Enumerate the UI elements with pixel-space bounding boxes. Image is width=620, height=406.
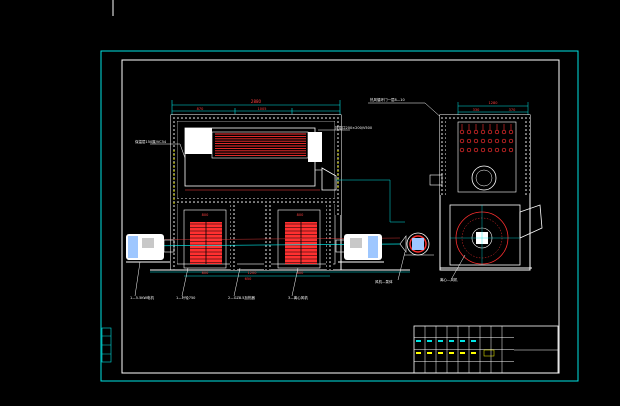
svg-text:330: 330 [473,108,480,112]
svg-text:热风循环门一层8—10: 热风循环门一层8—10 [370,97,405,102]
bottom-dim-3: 1200 [248,271,257,275]
callout-left-top: 保温层150厚/VC54 [135,139,186,159]
front-bottom-dimensions: 800 650 1200 800 [184,271,330,281]
label-pump: 风机—泵体 [375,279,393,284]
side-view: 热风循环门一层8—10 1280 330 370 风机—泵体 离心—风机 [368,97,543,284]
label-fan: 3—离心风机 [288,295,308,300]
blower-housing [440,204,543,269]
side-top-callout: 热风循环门一层8—10 [368,97,445,121]
front-seg-dim-2: 1005 [258,107,267,111]
heater-left: 800 [183,209,227,269]
cad-drawing-canvas: 2880 870 1005 800 800 800 650 1200 800 保… [100,0,579,382]
title-block [413,325,559,374]
svg-text:800: 800 [202,213,209,217]
label-side-fan: 离心—风机 [440,277,458,282]
svg-text:800: 800 [297,213,304,217]
bottom-dim-2: 650 [245,277,252,281]
front-width-dim: 2880 [251,99,262,104]
coupling-pump [399,232,434,256]
label-motor: 1—5.5KW电机 [130,295,154,300]
heat-exchanger-fins [215,133,306,157]
insulation-pattern-top [171,115,341,121]
svg-text:1280: 1280 [489,101,498,105]
svg-text:保温层150厚/VC54: 保温层150厚/VC54 [135,139,167,144]
motor-left [126,234,175,263]
label-heater: 2—GZ8.5加热器 [228,295,255,300]
callout-right-top: 排湿口200×200/V500 [318,125,372,131]
side-duct [336,179,405,223]
bottom-dim-1: 800 [202,271,209,275]
side-fan-upper [471,165,497,191]
side-cabinet [429,114,531,271]
svg-text:排湿口200×200/V500: 排湿口200×200/V500 [335,125,372,130]
label-fan-wheel: 1—叶轮750 [176,295,195,300]
front-view: 2880 870 1005 800 800 800 650 1200 800 保… [126,99,410,300]
bottom-dim-4: 800 [297,271,304,275]
motor-right [335,234,384,263]
front-seg-dim-1: 870 [197,107,204,111]
dryer-drum [184,127,337,191]
svg-text:370: 370 [509,108,516,112]
heater-tube-array [459,124,514,153]
